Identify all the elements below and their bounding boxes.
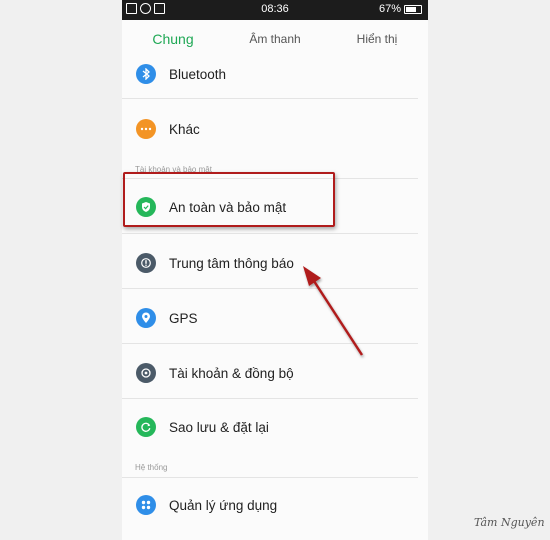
annotation-arrow (303, 266, 364, 356)
watermark-signature: Tâm Nguyên (474, 516, 545, 529)
